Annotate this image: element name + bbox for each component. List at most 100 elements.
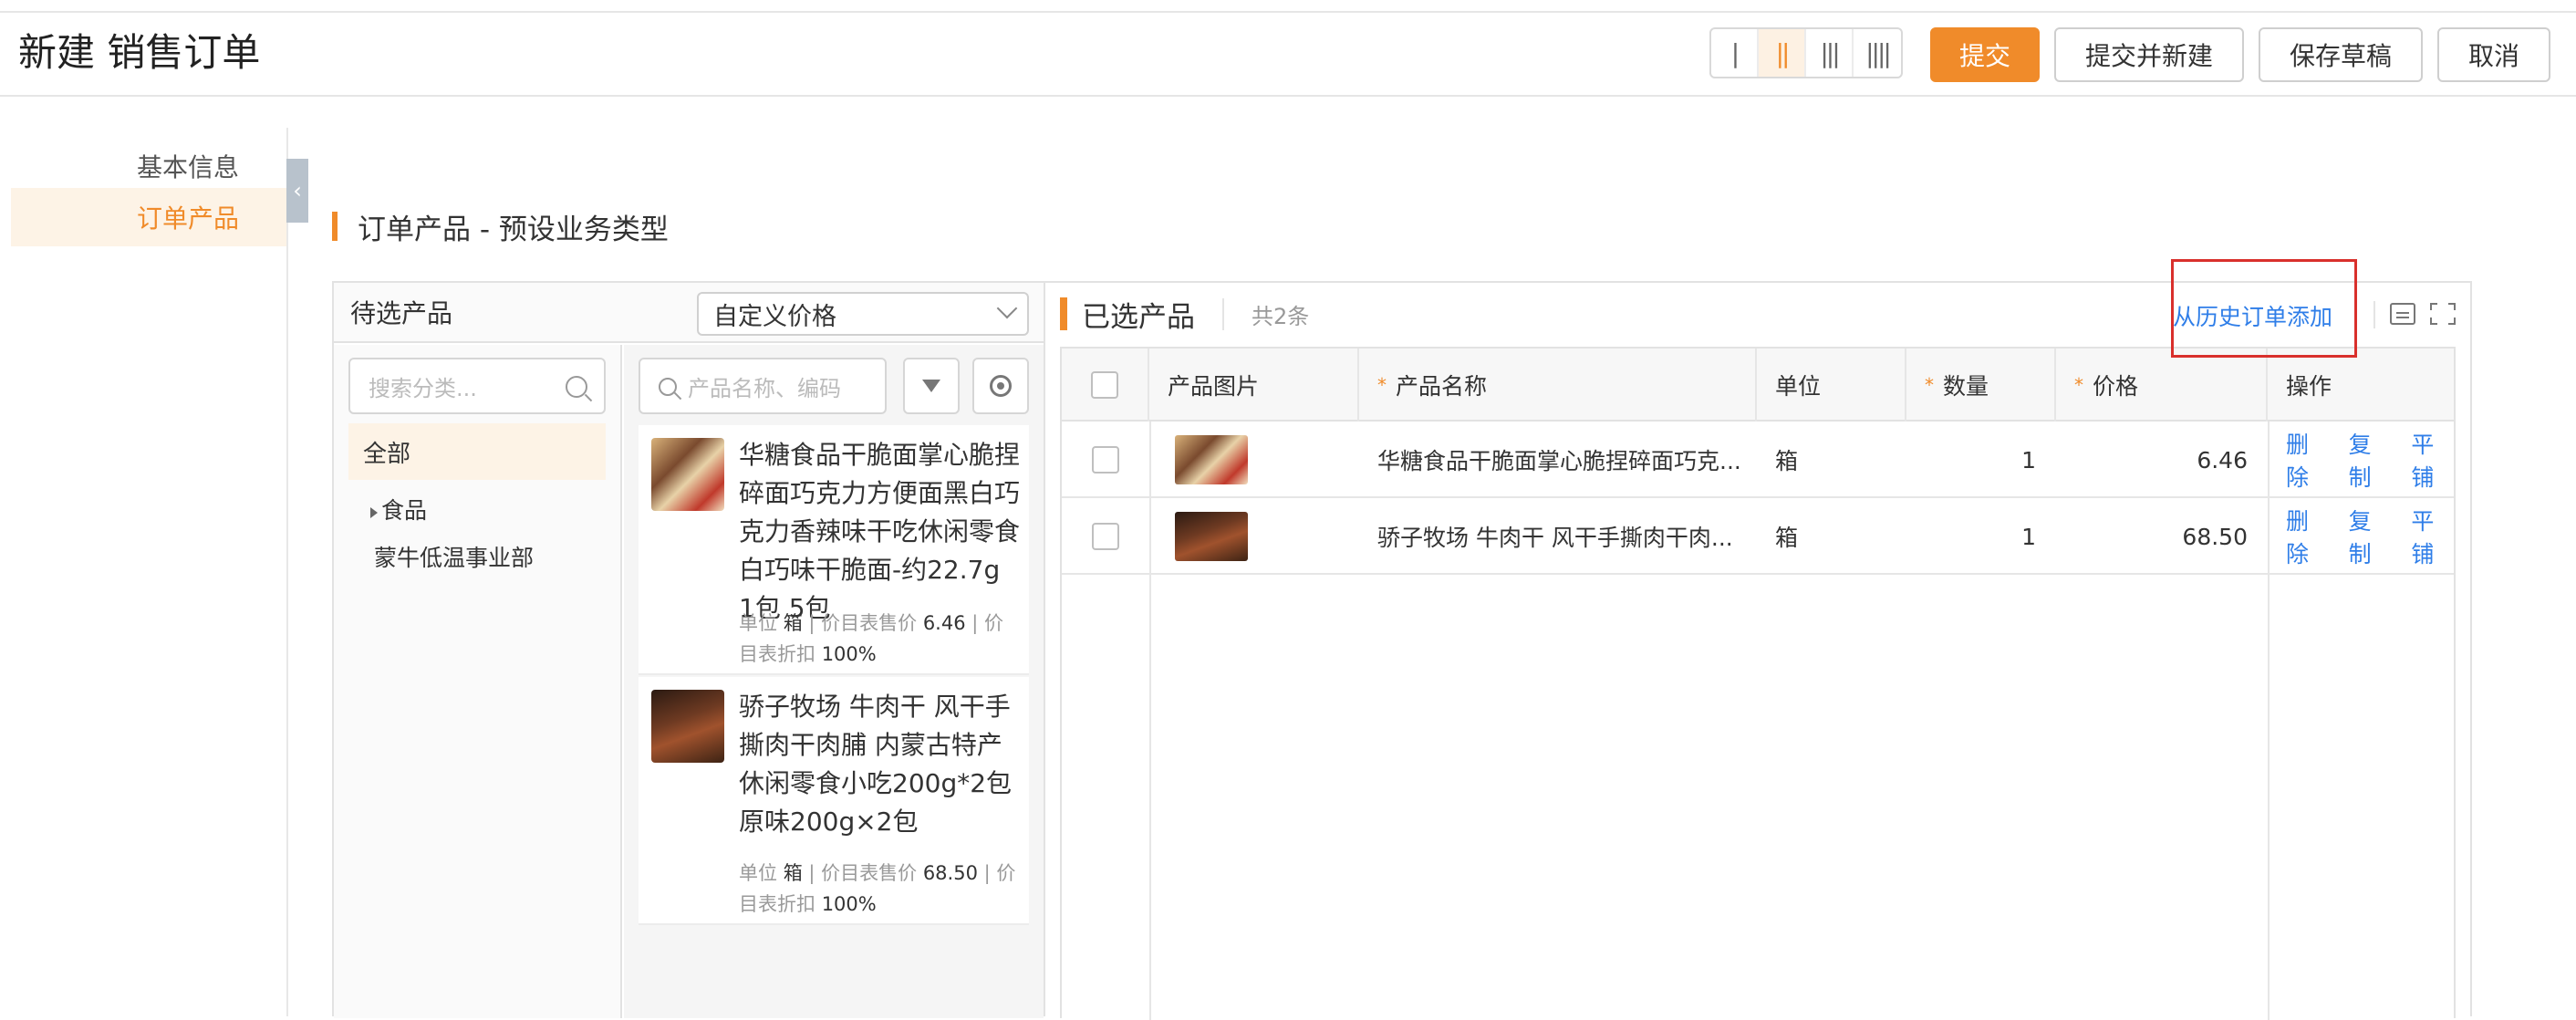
save-draft-button[interactable]: 保存草稿	[2259, 27, 2423, 82]
price-label: 价目表售价	[821, 862, 918, 884]
product-meta: 单位 箱 | 价目表售价 6.46 | 价目表折扣 100%	[739, 612, 1004, 665]
delete-link[interactable]: 删除	[2286, 427, 2329, 493]
row-image-cell	[1149, 498, 1359, 575]
delete-link[interactable]: 删除	[2286, 504, 2329, 569]
selected-products-heading: 已选产品 共2条	[1060, 297, 1309, 334]
row-price[interactable]: 68.50	[2056, 498, 2268, 575]
product-thumbnail	[651, 690, 724, 763]
sidebar-item-basic-info[interactable]: 基本信息	[11, 137, 286, 195]
page-header: 新建 销售订单 | || ||| |||| 提交 提交并新建 保存草稿 取消	[0, 13, 2576, 97]
row-qty[interactable]: 1	[1906, 498, 2056, 575]
category-food-label: 食品	[381, 497, 428, 524]
column-divider	[2268, 422, 2270, 1020]
selected-products-panel: 已选产品 共2条 从历史订单添加 产品图片 * 产品名称 单位 * 数量 * 价格 操…	[1045, 281, 2472, 1020]
price-type-value: 自定义价格	[713, 302, 836, 331]
row-checkbox[interactable]	[1092, 446, 1119, 474]
fullscreen-icon[interactable]	[2430, 303, 2456, 325]
price-value: 68.50	[922, 862, 978, 884]
product-name: 华糖食品干脆面掌心脆捏碎面巧克力方便面黑白巧克力香辣味干吃休闲零食 白巧味干脆面…	[739, 440, 1021, 623]
select-all-checkbox[interactable]	[1091, 371, 1118, 399]
column-header-qty: * 数量	[1906, 349, 2056, 422]
category-search-input[interactable]: 搜索分类...	[348, 358, 606, 414]
row-unit: 箱	[1775, 525, 1799, 551]
row-checkbox[interactable]	[1092, 523, 1119, 550]
caret-right-icon[interactable]	[370, 507, 378, 518]
row-price[interactable]: 6.46	[2056, 422, 2268, 498]
table-row: 骄子牧场 牛肉干 风干手撕肉干肉... 箱 1 68.50 删除 复制 平铺	[1062, 498, 2454, 575]
section-title: 订单产品 - 预设业务类型	[332, 208, 669, 246]
row-name: 骄子牧场 牛肉干 风干手撕肉干肉...	[1377, 525, 1733, 551]
filter-icon	[922, 380, 940, 392]
row-checkbox-cell	[1062, 422, 1149, 498]
column-header-qty-label: 数量	[1943, 373, 1989, 400]
layout-1-col-button[interactable]: |	[1711, 29, 1759, 77]
chevron-down-icon	[996, 297, 1018, 319]
table-header: 产品图片 * 产品名称 单位 * 数量 * 价格 操作	[1062, 349, 2454, 422]
page-title: 新建 销售订单	[18, 30, 261, 75]
row-image-cell	[1149, 422, 1359, 498]
section-title-text: 订单产品 - 预设业务类型	[358, 213, 669, 246]
available-products-title: 待选产品	[350, 298, 453, 328]
row-product-thumbnail[interactable]	[1175, 512, 1248, 561]
category-item-all[interactable]: 全部	[348, 423, 606, 480]
product-card[interactable]: 骄子牧场 牛肉干 风干手撕肉干肉脯 内蒙古特产休闲零食小吃200g*2包 原味2…	[639, 677, 1029, 925]
category-search-placeholder: 搜索分类...	[369, 375, 477, 401]
row-product-thumbnail[interactable]	[1175, 435, 1248, 484]
product-card[interactable]: 华糖食品干脆面掌心脆捏碎面巧克力方便面黑白巧克力香辣味干吃休闲零食 白巧味干脆面…	[639, 425, 1029, 675]
price-label: 价目表售价	[821, 612, 918, 634]
column-header-unit: 单位	[1757, 349, 1906, 422]
tile-link[interactable]: 平铺	[2411, 504, 2454, 569]
select-all-cell	[1062, 349, 1149, 422]
layout-3-col-button[interactable]: |||	[1806, 29, 1854, 77]
unit-value: 箱	[783, 862, 803, 884]
category-item-dept[interactable]: 蒙牛低温事业部	[374, 540, 534, 573]
sidebar-item-order-products[interactable]: 订单产品	[11, 188, 286, 246]
submit-button[interactable]: 提交	[1930, 27, 2040, 82]
required-marker: *	[1925, 374, 1934, 396]
column-header-image: 产品图片	[1149, 349, 1359, 422]
product-search-placeholder: 产品名称、编码	[688, 375, 841, 401]
product-thumbnail	[651, 438, 724, 511]
product-meta: 单位 箱 | 价目表售价 68.50 | 价目表折扣 100%	[739, 862, 1016, 915]
product-search-input[interactable]: 产品名称、编码	[639, 358, 887, 414]
discount-value: 100%	[821, 893, 877, 915]
unit-label: 单位	[739, 862, 777, 884]
keyboard-icon[interactable]	[2390, 303, 2415, 325]
row-actions: 删除 复制 平铺	[2268, 422, 2454, 498]
row-qty[interactable]: 1	[1906, 422, 2056, 498]
column-header-price-label: 价格	[2093, 373, 2139, 400]
collapse-sidebar-handle[interactable]: ‹	[286, 159, 308, 223]
search-icon[interactable]	[566, 376, 587, 398]
chevron-left-icon: ‹	[293, 178, 302, 203]
category-item-food[interactable]: 食品	[370, 493, 427, 526]
available-products-panel: 待选产品 自定义价格 搜索分类... 全部 食品 蒙牛低温事业部 产品名称、编码	[332, 281, 1045, 1018]
cancel-button[interactable]: 取消	[2437, 27, 2550, 82]
toolbar-divider	[2373, 301, 2375, 328]
column-layout-toggle: | || ||| ||||	[1709, 27, 1903, 78]
available-products-header: 待选产品 自定义价格	[334, 283, 1044, 343]
unit-label: 单位	[739, 612, 777, 634]
settings-button[interactable]	[972, 358, 1029, 414]
copy-link[interactable]: 复制	[2349, 427, 2392, 493]
required-marker: *	[2074, 374, 2083, 396]
column-header-name-label: 产品名称	[1396, 373, 1488, 400]
selected-products-title: 已选产品	[1082, 300, 1195, 334]
row-checkbox-cell	[1062, 498, 1149, 575]
row-unit: 箱	[1775, 448, 1799, 474]
price-value: 6.46	[922, 612, 966, 634]
row-actions: 删除 复制 平铺	[2268, 498, 2454, 575]
column-header-name: * 产品名称	[1359, 349, 1757, 422]
selected-products-table: 产品图片 * 产品名称 单位 * 数量 * 价格 操作 华糖食品干脆面掌心脆捏碎面巧克…	[1060, 347, 2456, 1020]
submit-and-new-button[interactable]: 提交并新建	[2054, 27, 2244, 82]
filter-button[interactable]	[903, 358, 960, 414]
product-list-column: 产品名称、编码 华糖食品干脆面掌心脆捏碎面巧克力方便面黑白巧克力香辣味干吃休闲零…	[624, 345, 1044, 1018]
layout-2-col-button[interactable]: ||	[1759, 29, 1806, 77]
layout-4-col-button[interactable]: ||||	[1854, 29, 1901, 77]
price-type-select[interactable]: 自定义价格	[697, 292, 1029, 336]
highlight-annotation-box	[2171, 259, 2357, 358]
tile-link[interactable]: 平铺	[2411, 427, 2454, 493]
copy-link[interactable]: 复制	[2349, 504, 2392, 569]
table-row: 华糖食品干脆面掌心脆捏碎面巧克... 箱 1 6.46 删除 复制 平铺	[1062, 422, 2454, 498]
unit-value: 箱	[783, 612, 803, 634]
column-header-actions: 操作	[2286, 373, 2332, 400]
